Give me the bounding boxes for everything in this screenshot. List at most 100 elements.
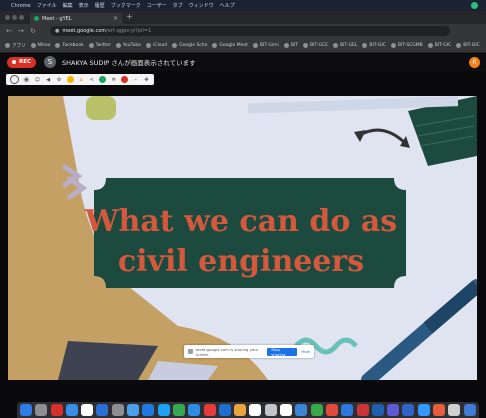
dock-app-icon[interactable] (310, 404, 323, 416)
rec-badge[interactable]: REC (7, 56, 37, 68)
speaker-icon[interactable]: ◀ (45, 76, 52, 83)
extension-button[interactable]: R (469, 57, 480, 68)
dock-app-icon[interactable] (65, 404, 78, 416)
red-dot-icon[interactable] (121, 76, 129, 83)
bookmark-nihao[interactable]: Nihao (30, 43, 50, 48)
dock-app-icon[interactable] (295, 404, 308, 416)
menu-item-window[interactable]: ウィンドウ (189, 2, 214, 9)
menu-item-history[interactable]: 履歴 (95, 2, 105, 9)
browser-tab-meet[interactable]: Meet - gYEL × (30, 13, 122, 24)
share-banner-text: meet.google.com is sharing your screen. (195, 346, 259, 357)
forward-arrow-icon[interactable]: → (18, 27, 24, 35)
dock-app-icon[interactable] (280, 404, 293, 416)
reload-icon[interactable]: ↻ (30, 27, 36, 35)
dock-app-icon[interactable] (127, 404, 140, 416)
tab-strip: Meet - gYEL × + (0, 11, 486, 24)
hide-banner-button[interactable]: Hide (301, 349, 310, 354)
stop-sharing-button[interactable]: Stop sharing (267, 347, 298, 357)
bookmark-favicon-icon (427, 43, 433, 48)
dock-app-icon[interactable] (157, 404, 170, 416)
bookmark-favicon-icon (456, 43, 462, 48)
dock-app-icon[interactable] (172, 404, 185, 416)
dock-app-icon[interactable] (188, 404, 201, 416)
bookmark-apps[interactable]: アプリ (5, 43, 26, 49)
dock-app-icon[interactable] (448, 404, 461, 416)
tab-close-icon[interactable]: × (113, 15, 118, 22)
menu-item-help[interactable]: ヘルプ (220, 2, 235, 9)
menu-item-file[interactable]: ファイル (37, 2, 57, 9)
dock-app-icon[interactable] (81, 404, 94, 416)
dock-app-icon[interactable] (96, 404, 109, 416)
eye-icon[interactable]: ◉ (22, 76, 30, 83)
menu-item-user[interactable]: ユーザー (147, 2, 167, 9)
bookmarks-bar: アプリ Nihao Facebook Twitter YouTube iClou… (0, 39, 486, 53)
bookmark-bit[interactable]: BIT (283, 43, 298, 48)
bookmark-google-meet[interactable]: Google Meet (212, 43, 248, 48)
dock-app-icon[interactable] (218, 404, 231, 416)
bookmark-twitter[interactable]: Twitter (88, 43, 111, 48)
dock-app-icon[interactable] (341, 404, 354, 416)
dock-app-icon[interactable] (433, 404, 446, 416)
share-icon[interactable]: < (88, 76, 95, 83)
dock-app-icon[interactable] (203, 404, 216, 416)
bookmark-icloud[interactable]: iCloud (146, 43, 167, 48)
back-arrow-icon[interactable]: ← (6, 27, 12, 35)
menu-item-chrome[interactable]: Chrome (11, 3, 31, 9)
green-dot-icon[interactable] (99, 76, 107, 83)
window-close-icon[interactable] (5, 15, 10, 20)
smile-icon[interactable] (66, 76, 74, 83)
bookmark-bit-gce[interactable]: BIT-GCE (302, 43, 328, 48)
dock-app-icon[interactable] (20, 404, 32, 416)
bookmark-favicon-icon (283, 43, 289, 48)
new-tab-button[interactable]: + (126, 12, 133, 21)
dock-app-icon[interactable] (35, 404, 48, 416)
bookmark-bit-gic-2[interactable]: BIT-GIC (427, 43, 451, 48)
dock-app-icon[interactable] (417, 404, 430, 416)
bookmark-favicon-icon (362, 43, 368, 48)
bookmark-youtube[interactable]: YouTube (115, 43, 141, 48)
dock-app-icon[interactable] (234, 404, 247, 416)
dock-app-icon[interactable] (387, 404, 400, 416)
rec-label: REC (19, 59, 32, 65)
menu-item-bookmarks[interactable]: ブックマーク (111, 2, 141, 9)
dock-app-icon[interactable] (264, 404, 277, 416)
bookmark-bit-gimi[interactable]: BIT-Gimi (252, 43, 279, 48)
gear-icon[interactable]: ⚙ (56, 76, 63, 83)
dock-app-icon[interactable] (142, 404, 155, 416)
dock-app-icon[interactable] (111, 404, 124, 416)
dock-app-icon[interactable] (463, 404, 476, 416)
bookmark-bit-gic-3[interactable]: BIT-GIC (456, 43, 480, 48)
slide-title-line-1: What we can do as (84, 204, 398, 239)
window-minimize-icon[interactable] (12, 15, 17, 20)
dock-app-icon[interactable] (325, 404, 338, 416)
bookmark-bit-gel[interactable]: BIT-GEL (333, 43, 357, 48)
move-icon[interactable]: ✥ (143, 76, 150, 83)
bookmark-bit-gic[interactable]: BIT-GIC (362, 43, 386, 48)
mac-menu-bar: Chrome ファイル 編集 表示 履歴 ブックマーク ユーザー タブ ウィンド… (0, 0, 486, 11)
dock-app-icon[interactable] (356, 404, 369, 416)
minimize-icon[interactable]: – (132, 76, 139, 83)
slide-title-line-2: civil engineers (117, 244, 365, 279)
dock-app-icon[interactable] (371, 404, 384, 416)
screen-share-banner: meet.google.com is sharing your screen. … (184, 345, 314, 358)
dock-app-icon[interactable] (402, 404, 415, 416)
menu-item-edit[interactable]: 編集 (63, 2, 73, 9)
circle-icon[interactable] (9, 75, 19, 84)
bookmark-favicon-icon (172, 43, 178, 48)
settings-icon[interactable]: ✲ (110, 76, 117, 83)
bookmark-bit-scgmb[interactable]: BIT-SCGMB (390, 43, 423, 48)
apps-grid-icon (5, 43, 10, 48)
bookmark-favicon-icon (212, 43, 218, 48)
bookmark-facebook[interactable]: Facebook (55, 43, 84, 48)
tab-title: Meet - gYEL (42, 15, 72, 22)
menu-item-tab[interactable]: タブ (173, 2, 183, 9)
bookmark-google-scholar[interactable]: Google Scho (172, 43, 207, 48)
url-input[interactable]: ● meet.google.com /ert-qgpx-yi?pli=1 (50, 26, 450, 36)
dock-app-icon[interactable] (249, 404, 262, 416)
mask-icon[interactable]: ☺ (34, 76, 41, 83)
dock-app-icon[interactable] (50, 404, 63, 416)
menu-item-view[interactable]: 表示 (79, 2, 89, 9)
status-green-icon[interactable] (471, 2, 478, 9)
home-icon[interactable]: ⌂ (77, 76, 84, 83)
window-zoom-icon[interactable] (19, 15, 24, 20)
